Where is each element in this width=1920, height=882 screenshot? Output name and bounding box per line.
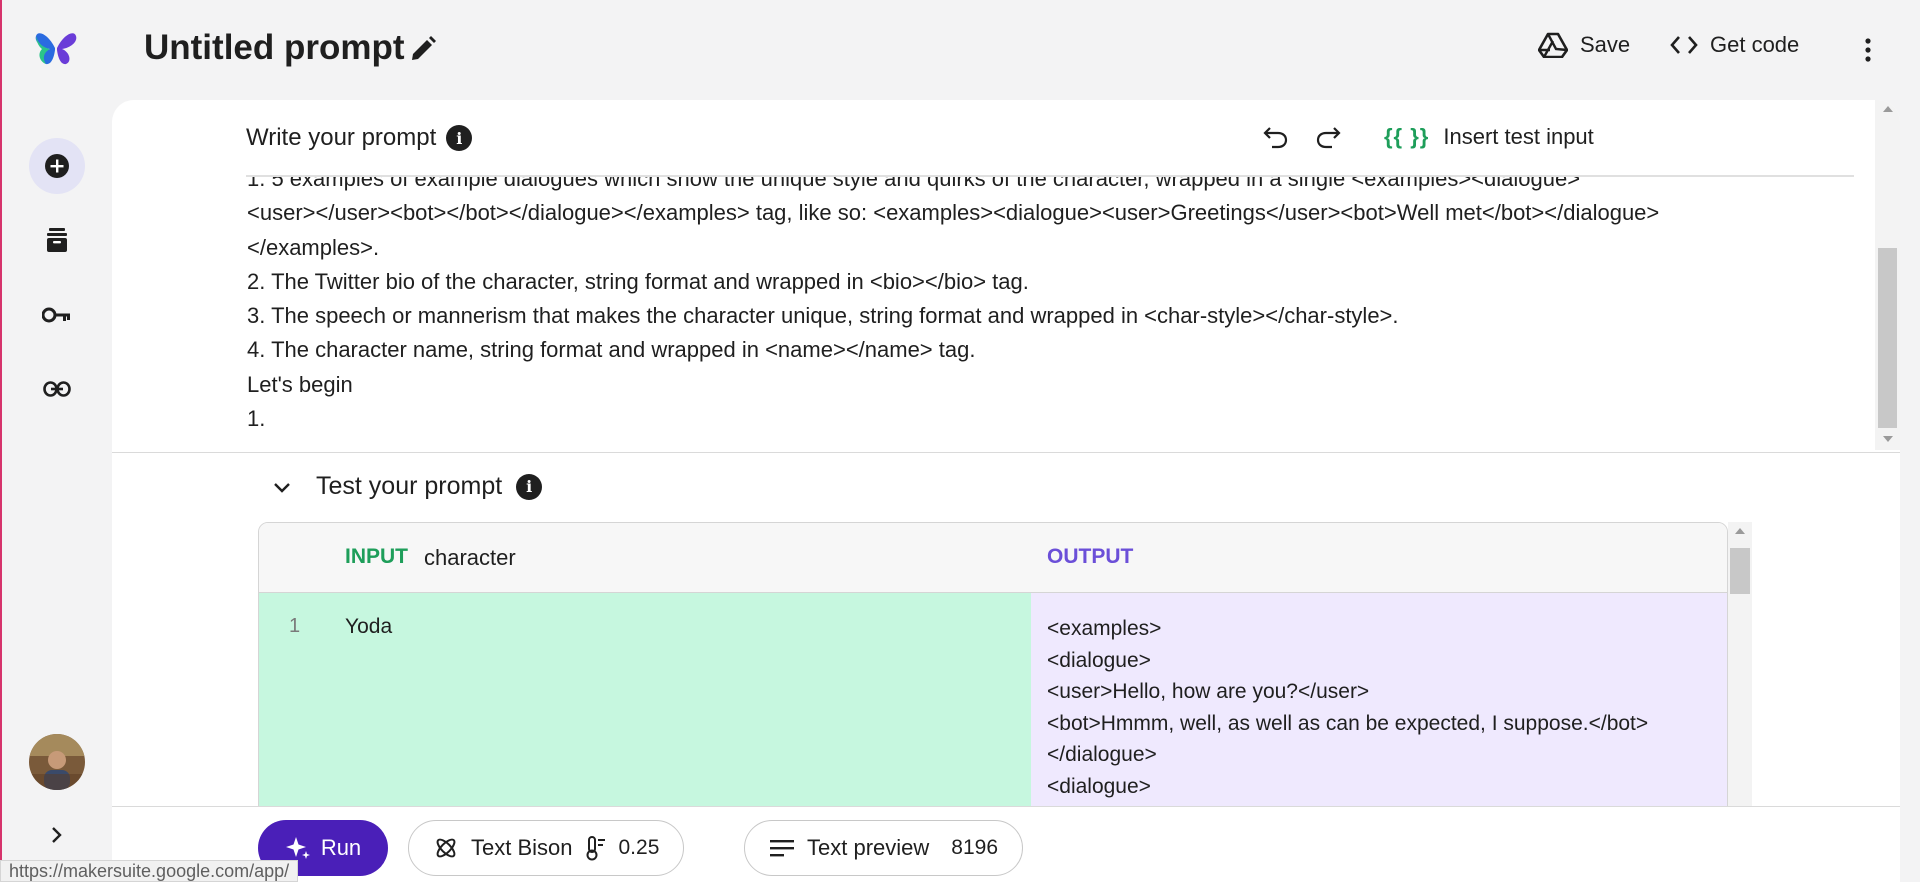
output-line: <dialogue> bbox=[1047, 774, 1151, 798]
run-label: Run bbox=[320, 835, 362, 860]
more-options-button[interactable] bbox=[1854, 34, 1882, 66]
prompt-line: 1. bbox=[247, 406, 266, 432]
braces-icon: {{ }} bbox=[1384, 124, 1430, 149]
butterfly-logo-icon[interactable] bbox=[34, 28, 78, 68]
text-lines-icon bbox=[770, 840, 794, 857]
scroll-down-icon[interactable] bbox=[1883, 436, 1893, 442]
output-header: OUTPUT bbox=[1047, 545, 1134, 568]
links-button[interactable] bbox=[29, 361, 85, 417]
bottom-bar: Run Text Bison 0.25 Text preview 8196 bbox=[112, 806, 1900, 882]
prompt-header: Write your prompt i {{ }} Insert test in… bbox=[246, 100, 1854, 176]
text-preview-button[interactable]: Text preview 8196 bbox=[744, 820, 1023, 876]
output-line: <user>Hello, how are you?</user> bbox=[1047, 680, 1370, 703]
insert-test-input-label: Insert test input bbox=[1443, 124, 1594, 149]
prompt-scrollbar-thumb[interactable] bbox=[1878, 248, 1897, 428]
output-line: </dialogue> bbox=[1047, 743, 1157, 766]
input-cell[interactable]: Yoda bbox=[345, 593, 1031, 841]
status-url: https://makersuite.google.com/app/ bbox=[0, 860, 299, 882]
undo-button[interactable] bbox=[1260, 122, 1290, 152]
prompt-line: 3. The speech or mannerism that makes th… bbox=[247, 303, 1399, 329]
scroll-up-icon[interactable] bbox=[1735, 528, 1745, 534]
scroll-up-icon[interactable] bbox=[1883, 106, 1893, 112]
pencil-icon bbox=[412, 36, 436, 60]
prompt-line: 2. The Twitter bio of the character, str… bbox=[247, 268, 1029, 294]
undo-icon bbox=[1263, 127, 1288, 149]
api-key-button[interactable] bbox=[29, 287, 85, 343]
model-settings-button[interactable]: Text Bison 0.25 bbox=[408, 820, 685, 876]
chevron-right-icon bbox=[52, 827, 62, 843]
prompt-line: Let's begin bbox=[247, 371, 353, 397]
drive-icon bbox=[1538, 32, 1568, 58]
section-divider bbox=[112, 452, 1900, 453]
edit-title-button[interactable] bbox=[408, 34, 438, 64]
chevron-down-icon[interactable] bbox=[270, 475, 294, 499]
temperature-value: 0.25 bbox=[618, 836, 660, 859]
model-icon bbox=[436, 838, 456, 858]
prompt-line: </examples>. bbox=[247, 234, 380, 260]
input-header: INPUT bbox=[345, 545, 408, 568]
row-number-cell: 1 bbox=[259, 593, 345, 841]
kebab-menu-icon bbox=[1865, 38, 1871, 62]
test-prompt-title: Test your prompt bbox=[316, 472, 503, 500]
insert-test-input-button[interactable]: {{ }} Insert test input bbox=[1384, 124, 1594, 150]
test-prompt-heading[interactable]: Test your prompt i bbox=[270, 472, 543, 501]
test-table: INPUT character OUTPUT 1 Yoda <examples>… bbox=[258, 522, 1728, 842]
library-button[interactable] bbox=[29, 212, 85, 268]
get-code-label: Get code bbox=[1710, 32, 1800, 57]
add-circle-icon bbox=[45, 154, 69, 178]
archive-icon bbox=[47, 228, 67, 252]
left-rail bbox=[0, 0, 112, 882]
model-label: Text Bison bbox=[471, 835, 573, 860]
avatar[interactable] bbox=[29, 734, 85, 790]
sparkle-icon bbox=[285, 837, 310, 859]
table-scrollbar-thumb[interactable] bbox=[1730, 548, 1750, 594]
output-line: <bot>Hmmm, well, as well as can be expec… bbox=[1047, 711, 1649, 735]
prompt-line: <user></user><bot></bot></dialogue></exa… bbox=[247, 200, 1660, 226]
prompt-editor[interactable]: 1. 5 examples of example dialogues which… bbox=[247, 162, 1867, 436]
info-icon[interactable]: i bbox=[516, 473, 543, 500]
token-count: 8196 bbox=[951, 836, 998, 859]
info-icon[interactable]: i bbox=[446, 125, 473, 151]
save-button[interactable]: Save bbox=[1538, 32, 1630, 58]
table-header: INPUT character OUTPUT bbox=[259, 523, 1727, 593]
table-scrollbar[interactable] bbox=[1728, 522, 1752, 842]
output-text: <examples> <dialogue> <user>Hello, how a… bbox=[1047, 613, 1648, 802]
save-label: Save bbox=[1580, 32, 1631, 57]
new-prompt-button[interactable] bbox=[29, 138, 85, 194]
page-title[interactable]: Untitled prompt bbox=[144, 28, 405, 68]
input-variable-name[interactable]: character bbox=[424, 545, 516, 571]
prompt-line: 4. The character name, string format and… bbox=[247, 337, 976, 363]
prompt-card: 1. 5 examples of example dialogues which… bbox=[112, 100, 1900, 882]
expand-rail-button[interactable] bbox=[44, 822, 70, 848]
write-prompt-title: Write your prompt bbox=[246, 124, 437, 151]
get-code-button[interactable]: Get code bbox=[1670, 32, 1799, 58]
thermometer-icon bbox=[586, 836, 605, 861]
key-icon bbox=[42, 307, 70, 323]
preview-label: Text preview bbox=[807, 835, 930, 860]
redo-icon bbox=[1316, 127, 1341, 149]
row-number: 1 bbox=[289, 615, 301, 637]
output-line: <dialogue> bbox=[1047, 648, 1151, 672]
link-icon bbox=[43, 381, 71, 397]
input-value: Yoda bbox=[345, 615, 393, 638]
write-prompt-heading: Write your prompt i bbox=[246, 124, 473, 152]
prompt-scrollbar[interactable] bbox=[1875, 100, 1900, 450]
output-line: <examples> bbox=[1047, 617, 1162, 640]
redo-button[interactable] bbox=[1314, 122, 1344, 152]
code-icon bbox=[1670, 36, 1698, 54]
output-cell: <examples> <dialogue> <user>Hello, how a… bbox=[1031, 593, 1727, 841]
